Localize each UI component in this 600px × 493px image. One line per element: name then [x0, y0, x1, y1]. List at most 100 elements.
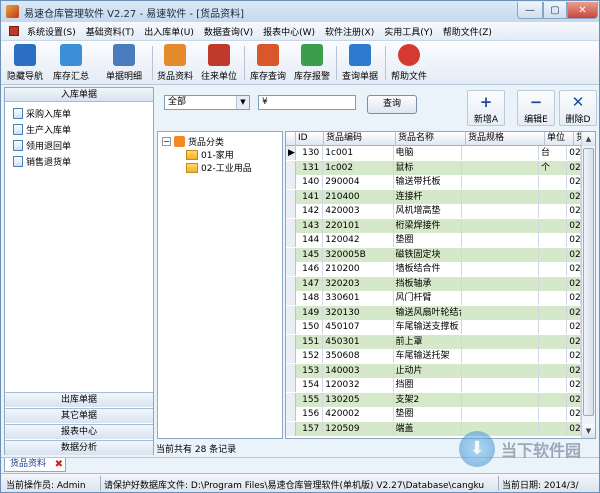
close-icon[interactable]: ✖ — [55, 459, 63, 470]
toolbar-stock-alarm-button[interactable]: 库存报警 — [290, 43, 334, 83]
table-row[interactable]: 153 140003 止动片 02 — [286, 363, 582, 378]
row-indicator — [286, 233, 296, 247]
toolbar-help-button[interactable]: 帮助文件 — [387, 43, 431, 83]
close-button[interactable]: ✕ — [567, 2, 598, 19]
table-row[interactable]: 140 290004 输送带托板 02 — [286, 175, 582, 190]
tree-root[interactable]: − 货品分类 — [162, 135, 224, 148]
nav-section-report-center[interactable]: 报表中心 — [5, 424, 153, 439]
toolbar-partners-button[interactable]: 往来单位 — [197, 43, 241, 83]
tab-goods-data[interactable]: 货品资料 ✖ — [4, 458, 66, 472]
menu-basic-data[interactable]: 基础资料(T) — [81, 25, 140, 38]
menu-system-settings[interactable]: 系统设置(S) — [22, 25, 81, 38]
column-header-id[interactable]: ID — [296, 132, 324, 146]
toolbar-goods-data-button[interactable]: 货品资料 — [153, 43, 197, 83]
delete-button[interactable]: ✕ 删除D — [559, 90, 597, 126]
column-header-goods-name[interactable]: 货品名称 — [396, 132, 466, 146]
status-date: 当前日期: 2014/3/ — [502, 481, 579, 491]
toolbar-stock-query-button[interactable]: 库存查询 — [246, 43, 290, 83]
toolbar-stock-summary-button[interactable]: 库存汇总 — [47, 43, 95, 83]
row-indicator — [286, 392, 296, 407]
cell-goods-code: 320203 — [323, 276, 394, 291]
cell-id: 145 — [296, 247, 324, 262]
search-input[interactable]: ¥ — [258, 95, 356, 110]
menu-data-query[interactable]: 数据查询(V) — [199, 25, 258, 38]
table-row[interactable]: 147 320203 挡板轴承 02 — [286, 276, 582, 291]
vertical-scrollbar[interactable]: ▲ ▼ — [581, 132, 595, 438]
cell-goods-spec — [462, 349, 539, 363]
menu-tools[interactable]: 实用工具(Y) — [379, 25, 438, 38]
cell-goods-spec — [462, 378, 539, 392]
cell-unit — [539, 233, 568, 247]
nav-section-other-documents[interactable]: 其它单据 — [5, 408, 153, 423]
nav-header-inbound-documents[interactable]: 入库单据 — [5, 88, 153, 102]
watermark-text: 当下软件园 — [501, 441, 582, 460]
column-header-goods-spec[interactable]: 货品规格 — [466, 132, 545, 146]
monitor-icon — [14, 44, 36, 66]
cell-goods-code: 450301 — [323, 334, 394, 349]
cell-id: 141 — [296, 189, 324, 204]
scroll-thumb[interactable] — [583, 148, 594, 416]
menu-registration[interactable]: 软件注册(X) — [320, 25, 379, 38]
cell-goods-name: 连接杆 — [394, 189, 462, 204]
nav-item-production-inbound[interactable]: 生产入库单 — [13, 122, 71, 136]
table-row[interactable]: 149 320130 输送风扇叶轮结合 02 — [286, 305, 582, 320]
cell-goods-code: 210400 — [323, 189, 394, 204]
table-row[interactable]: 145 320005B 磁铁固定块 02 — [286, 247, 582, 262]
cell-goods-name: 端盖 — [394, 421, 462, 436]
table-row[interactable]: 142 420003 风机增高垫 02 — [286, 204, 582, 219]
toolbar-label: 单据明细 — [105, 72, 142, 82]
table-row[interactable]: 150 450107 车尾输送支撑板 02 — [286, 320, 582, 335]
tree-node-household[interactable]: 01-家用 — [186, 148, 234, 161]
menu-help[interactable]: 帮助文件(Z) — [438, 25, 497, 38]
table-row[interactable]: 152 350608 车尾输送托架 02 — [286, 349, 582, 364]
table-row[interactable]: 155 130205 支架2 02 — [286, 392, 582, 407]
maximize-button[interactable]: ▢ — [543, 2, 567, 19]
toolbar-hide-nav-button[interactable]: 隐藏导航 — [7, 43, 43, 83]
table-row[interactable]: 151 450301 前上罩 02 — [286, 334, 582, 349]
column-header-unit[interactable]: 单位 — [545, 132, 574, 146]
table-row[interactable]: 131 1c002 鼠标 个 02 — [286, 160, 582, 175]
cell-goods-name: 车尾输送托架 — [394, 349, 462, 363]
collapse-icon[interactable]: − — [162, 137, 171, 146]
chevron-down-icon[interactable]: ▼ — [236, 96, 249, 109]
edit-button[interactable]: − 编辑E — [517, 90, 555, 126]
table-row[interactable]: 156 420002 垫圈 02 — [286, 407, 582, 422]
cell-id: 156 — [296, 407, 324, 421]
toolbar-label: 帮助文件 — [390, 72, 427, 82]
table-row[interactable]: 144 120042 垫圈 02 — [286, 233, 582, 248]
minimize-button[interactable]: — — [517, 2, 543, 19]
nav-item-sales-return[interactable]: 销售退货单 — [13, 154, 71, 168]
cell-goods-spec — [462, 334, 539, 349]
menu-report-center[interactable]: 报表中心(W) — [258, 25, 320, 38]
app-window: 易速仓库管理软件 V2.27 - 易速软件 - [货品资料] — ▢ ✕ 系统设… — [0, 0, 600, 493]
download-icon: ⬇ — [459, 431, 495, 467]
add-button-label: 新增A — [473, 115, 499, 125]
cell-goods-spec — [462, 146, 539, 160]
category-filter-select[interactable]: 全部 ▼ — [164, 95, 250, 110]
tree-node-industrial[interactable]: 02-工业用品 — [186, 161, 252, 174]
tree-root-label: 货品分类 — [188, 138, 225, 148]
menu-stock-documents[interactable]: 出入库单(U) — [139, 25, 199, 38]
nav-item-requisition-return[interactable]: 领用退回单 — [13, 138, 71, 152]
toolbar-document-detail-button[interactable]: 单据明细 — [100, 43, 148, 83]
toolbar-query-documents-button[interactable]: 查询单据 — [338, 43, 382, 83]
add-button[interactable]: + 新增A — [467, 90, 505, 126]
nav-section-outbound-documents[interactable]: 出库单据 — [5, 392, 153, 407]
table-row[interactable]: 146 210200 墙板结合件 02 — [286, 262, 582, 277]
cell-unit — [539, 291, 568, 305]
table-row[interactable]: 148 330601 风门杆臂 02 — [286, 291, 582, 306]
nav-item-purchase-inbound[interactable]: 采购入库单 — [13, 106, 71, 120]
table-row[interactable]: 154 120032 挡圈 02 — [286, 378, 582, 393]
cell-category: 02 — [569, 276, 582, 291]
cell-goods-name: 前上罩 — [394, 334, 462, 349]
table-row[interactable]: ▶ 130 1c001 电脑 台 02 — [286, 146, 582, 161]
nav-section-data-analysis[interactable]: 数据分析 — [5, 440, 153, 455]
table-row[interactable]: 143 220101 桁梁焊接件 02 — [286, 218, 582, 233]
row-indicator — [286, 218, 296, 233]
table-row[interactable]: 141 210400 连接杆 02 — [286, 189, 582, 204]
query-button[interactable]: 查询 — [367, 95, 417, 114]
cell-category: 02 — [569, 349, 582, 363]
cell-id: 157 — [296, 421, 324, 436]
column-header-goods-code[interactable]: 货品编码 — [324, 132, 396, 146]
scroll-up-icon[interactable]: ▲ — [582, 132, 595, 146]
